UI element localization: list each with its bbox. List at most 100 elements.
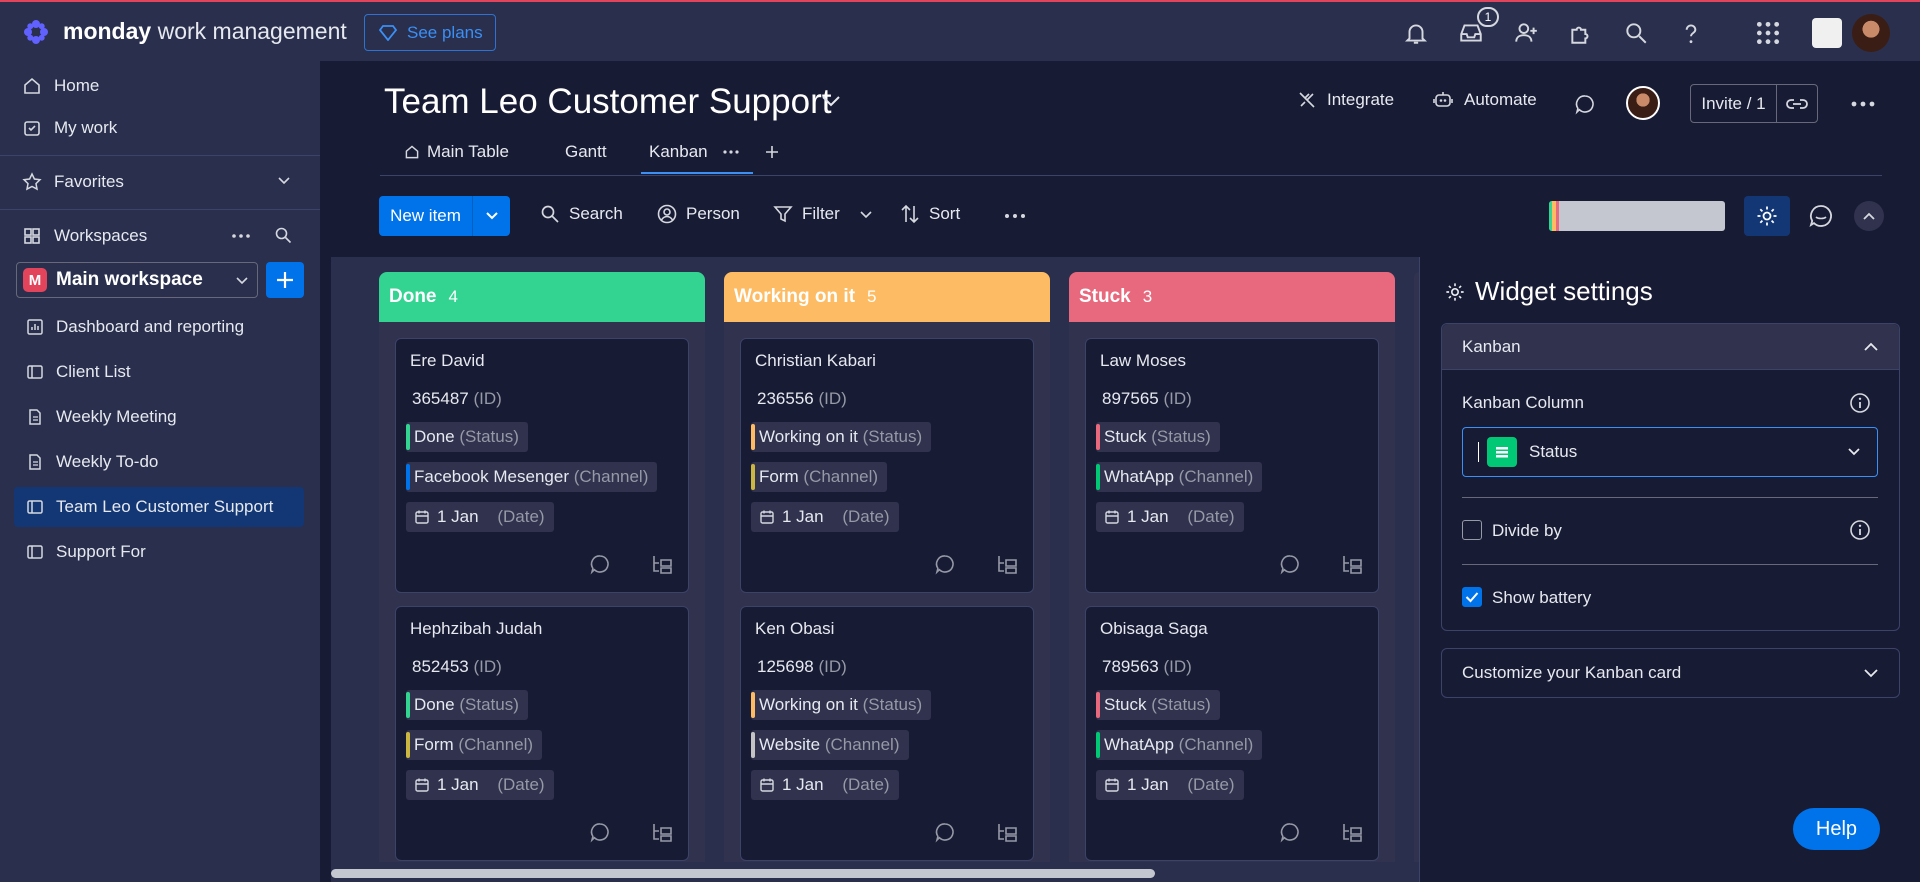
comment-icon[interactable] xyxy=(934,553,956,575)
card-id: 365487 (ID) xyxy=(412,389,502,408)
divide-by-checkbox[interactable] xyxy=(1462,520,1482,540)
sidebar-divider xyxy=(0,155,320,156)
user-avatar[interactable] xyxy=(1852,14,1890,52)
app-brand: monday work management xyxy=(63,18,347,44)
sidebar-item-weekly-to-do[interactable]: Weekly To-do xyxy=(14,442,304,482)
kanban-card[interactable]: Obisaga Saga 789563 (ID) Stuck (Status) Wha… xyxy=(1085,606,1379,861)
active-tab-indicator xyxy=(641,172,753,174)
search-button[interactable]: Search xyxy=(540,204,623,224)
new-item-button[interactable]: New item xyxy=(379,196,510,236)
channel-chip: Form (Channel) xyxy=(406,730,543,760)
kanban-card[interactable]: Law Moses 897565 (ID) Stuck (Status) WhatAp… xyxy=(1085,338,1379,593)
comment-icon[interactable] xyxy=(1574,93,1596,115)
monday-logo-icon xyxy=(24,20,48,44)
info-icon[interactable] xyxy=(1849,519,1871,541)
customize-card-header[interactable]: Customize your Kanban card xyxy=(1442,649,1899,697)
subitems-icon[interactable] xyxy=(650,821,674,843)
account-logo[interactable] xyxy=(1812,18,1842,48)
text-cursor xyxy=(1478,442,1479,462)
sidebar-my-work[interactable]: My work xyxy=(22,112,117,144)
invite-button[interactable]: Invite / 1 xyxy=(1690,84,1818,123)
see-plans-button[interactable]: See plans xyxy=(364,14,496,51)
tab-kanban[interactable]: Kanban xyxy=(649,142,739,162)
feedback-icon[interactable] xyxy=(1808,203,1834,229)
integrate-label: Integrate xyxy=(1327,90,1395,109)
kanban-card[interactable]: Ken Obasi 125698 (ID) Working on it (Statu… xyxy=(740,606,1034,861)
status-chip: Stuck (Status) xyxy=(1096,422,1220,452)
sidebar-item-client-list[interactable]: Client List xyxy=(14,352,304,392)
tab-gantt[interactable]: Gantt xyxy=(565,142,607,162)
more-options-icon[interactable] xyxy=(1004,212,1026,220)
sidebar-item-weekly-meeting[interactable]: Weekly Meeting xyxy=(14,397,304,437)
notification-badge: 1 xyxy=(1477,7,1499,27)
help-button[interactable]: Help xyxy=(1793,808,1880,850)
battery-stuck-segment xyxy=(1556,201,1559,231)
chevron-down-icon[interactable] xyxy=(820,94,842,108)
sidebar-workspaces[interactable]: Workspaces xyxy=(22,220,147,252)
subitems-icon[interactable] xyxy=(650,553,674,575)
column-header[interactable]: Stuck 3 xyxy=(1069,272,1395,322)
column-header[interactable]: Working on it 5 xyxy=(724,272,1050,322)
automate-label: Automate xyxy=(1464,90,1537,109)
sidebar-item-team-leo-customer-support[interactable]: Team Leo Customer Support xyxy=(14,487,304,527)
kanban-card[interactable]: Ere David 365487 (ID) Done (Status) Faceboo… xyxy=(395,338,689,593)
sort-button[interactable]: Sort xyxy=(900,204,960,224)
bell-icon[interactable] xyxy=(1403,20,1429,46)
comment-icon[interactable] xyxy=(589,821,611,843)
add-view-icon[interactable] xyxy=(765,145,779,159)
widget-settings-button[interactable] xyxy=(1744,196,1790,236)
kanban-card[interactable]: Christian Kabari 236556 (ID) Working on it… xyxy=(740,338,1034,593)
help-icon[interactable] xyxy=(1678,20,1704,46)
horizontal-scrollbar[interactable] xyxy=(331,869,1155,878)
invite-member-icon[interactable] xyxy=(1513,20,1539,46)
info-icon[interactable] xyxy=(1849,392,1871,414)
person-filter-button[interactable]: Person xyxy=(657,204,740,224)
chevron-down-icon[interactable] xyxy=(277,176,291,186)
subitems-icon[interactable] xyxy=(995,553,1019,575)
chevron-down-icon xyxy=(236,277,248,285)
channel-chip: Facebook Mesenger (Channel) xyxy=(406,462,658,492)
add-item-button[interactable] xyxy=(266,262,304,298)
comment-icon[interactable] xyxy=(934,821,956,843)
apps-puzzle-icon[interactable] xyxy=(1568,20,1594,46)
comment-icon[interactable] xyxy=(1279,821,1301,843)
calendar-icon xyxy=(415,510,429,524)
sidebar-item-support-for[interactable]: Support For xyxy=(14,532,304,572)
subitems-icon[interactable] xyxy=(1340,821,1364,843)
sidebar-item-label: Weekly Meeting xyxy=(56,407,177,426)
sidebar-home[interactable]: Home xyxy=(22,70,99,102)
search-workspaces-icon[interactable] xyxy=(274,226,292,244)
channel-chip: Website (Channel) xyxy=(751,730,909,760)
apps-grid-icon[interactable] xyxy=(1755,20,1781,46)
copy-link-button[interactable] xyxy=(1777,97,1817,111)
comment-icon[interactable] xyxy=(1279,553,1301,575)
sidebar-item-dashboard-and-reporting[interactable]: Dashboard and reporting xyxy=(14,307,304,347)
more-options-icon[interactable] xyxy=(1851,97,1875,111)
kanban-section-header[interactable]: Kanban xyxy=(1442,324,1899,370)
sidebar-favorites[interactable]: Favorites xyxy=(22,166,124,198)
more-options-icon[interactable] xyxy=(231,229,251,243)
column-header[interactable]: Done 4 xyxy=(379,272,705,322)
filter-button[interactable]: Filter xyxy=(773,204,840,224)
search-icon[interactable] xyxy=(1623,20,1649,46)
automate-button[interactable]: Automate xyxy=(1432,90,1537,110)
chevron-down-icon[interactable] xyxy=(859,210,873,220)
dashboard-icon xyxy=(27,319,43,335)
customize-card-section[interactable]: Customize your Kanban card xyxy=(1441,648,1900,698)
new-item-dropdown[interactable] xyxy=(473,211,510,221)
tab-main-table[interactable]: Main Table xyxy=(404,142,509,162)
tab-options-icon[interactable] xyxy=(723,149,739,155)
integrate-button[interactable]: Integrate xyxy=(1297,90,1394,110)
comment-icon[interactable] xyxy=(589,553,611,575)
board-member-avatar[interactable] xyxy=(1626,86,1660,120)
subitems-icon[interactable] xyxy=(995,821,1019,843)
show-battery-checkbox[interactable] xyxy=(1462,587,1482,607)
subitems-icon[interactable] xyxy=(1340,553,1364,575)
my-work-label: My work xyxy=(54,118,118,137)
kanban-column-select[interactable]: Status xyxy=(1462,427,1878,477)
workspace-selector[interactable]: M Main workspace xyxy=(16,262,258,298)
board-title[interactable]: Team Leo Customer Support xyxy=(384,82,831,122)
link-icon xyxy=(1786,98,1808,109)
kanban-card[interactable]: Hephzibah Judah 852453 (ID) Done (Status) F… xyxy=(395,606,689,861)
collapse-button[interactable] xyxy=(1854,201,1884,231)
